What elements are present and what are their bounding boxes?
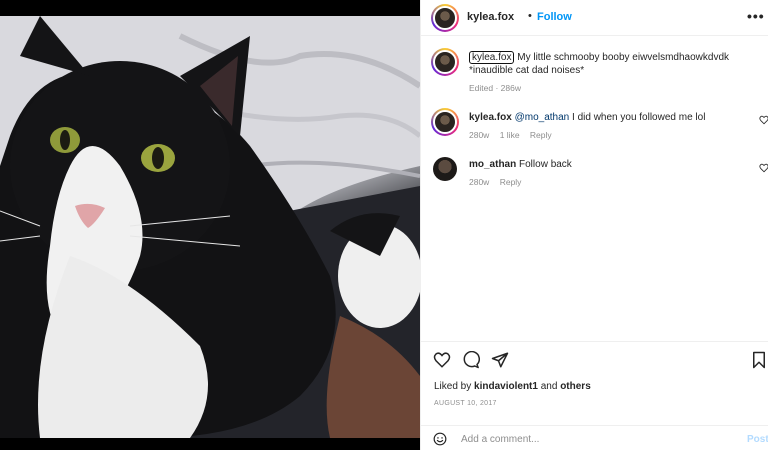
comment-text: mo_athan Follow back — [469, 158, 749, 171]
bookmark-icon[interactable] — [751, 351, 767, 369]
author-avatar[interactable] — [431, 4, 459, 32]
post-photo[interactable] — [0, 16, 420, 438]
comment-username[interactable]: mo_athan — [469, 159, 516, 170]
comment-mention[interactable]: @mo_athan — [515, 112, 570, 123]
likes-others-link[interactable]: others — [560, 381, 591, 392]
comment-body: Follow back — [516, 159, 572, 170]
post-photo-pane — [0, 0, 420, 450]
header-separator: • — [528, 10, 532, 22]
caption-username[interactable]: kylea.fox — [469, 51, 515, 64]
post-comment-button[interactable]: Post — [747, 434, 768, 445]
comment-likes[interactable]: 1 like — [500, 130, 520, 140]
follow-button[interactable]: Follow — [537, 11, 572, 23]
comment-text: kylea.fox @mo_athan I did when you follo… — [469, 111, 749, 124]
post-details-panel: kylea.fox • Follow ••• kylea.fox My litt… — [420, 0, 768, 450]
add-comment-input[interactable]: Add a comment... — [461, 434, 539, 445]
post-header: kylea.fox • Follow ••• — [421, 0, 768, 36]
comment-age: 280w — [469, 177, 490, 187]
comment-body: I did when you followed me lol — [569, 112, 706, 123]
caption-meta: Edited · 286w — [469, 83, 521, 93]
emoji-icon[interactable] — [433, 432, 447, 446]
likes-summary: Liked by kindaviolent1 and others — [434, 381, 591, 392]
likes-prefix: Liked by — [434, 381, 475, 392]
more-options-icon[interactable]: ••• — [747, 8, 765, 24]
heart-icon[interactable] — [433, 351, 451, 369]
comment-avatar[interactable] — [433, 157, 457, 181]
actions-divider — [421, 341, 768, 342]
likes-user-link[interactable]: kindaviolent1 — [474, 381, 538, 392]
add-comment-bar: Add a comment... Post — [421, 425, 768, 450]
cat-photo-illustration — [0, 16, 420, 438]
comment-username[interactable]: kylea.fox — [469, 112, 512, 123]
comment-icon[interactable] — [462, 351, 480, 369]
post-date: AUGUST 10, 2017 — [434, 400, 497, 407]
comment-reply-button[interactable]: Reply — [500, 177, 522, 187]
comment-reply-button[interactable]: Reply — [530, 130, 552, 140]
likes-middle: and — [537, 381, 561, 392]
comment-meta: 280w Reply — [469, 177, 529, 187]
comment-avatar[interactable] — [431, 108, 459, 136]
share-icon[interactable] — [491, 351, 509, 369]
caption-text: kylea.fox My little schmooby booby eiwve… — [469, 51, 759, 77]
comment-age: 280w — [469, 130, 490, 140]
caption-avatar[interactable] — [431, 48, 459, 76]
comment-meta: 280w 1 like Reply — [469, 130, 560, 140]
comment-like-heart-icon[interactable] — [759, 115, 768, 125]
comment-like-heart-icon[interactable] — [759, 163, 768, 173]
author-username[interactable]: kylea.fox — [467, 11, 514, 23]
